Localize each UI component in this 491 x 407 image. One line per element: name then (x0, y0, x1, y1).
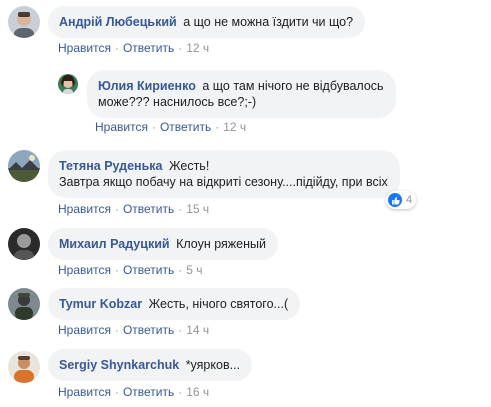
like-icon (388, 193, 402, 207)
reply-link[interactable]: Ответить (123, 202, 174, 216)
author-name[interactable]: Sergiy Shynkarchuk (59, 358, 179, 372)
timestamp[interactable]: 12 ч (223, 120, 246, 134)
reaction-count: 4 (406, 194, 413, 206)
comment-bubble: Sergiy Shynkarchuk *уярков... (48, 349, 253, 381)
comment-actions: Нравится · Ответить · 15 ч (58, 202, 209, 216)
separator: · (114, 263, 119, 277)
comment-text: Жесть! (168, 159, 210, 173)
separator: · (178, 263, 183, 277)
comment-text-line-2: може??? наснилось все?;-) (98, 95, 257, 109)
separator: · (178, 385, 183, 399)
author-name[interactable]: Михаил Радуцкий (59, 237, 170, 251)
avatar[interactable] (8, 150, 40, 182)
comment-bubble: Tymur Kobzar Жесть, нічого святого...( (48, 288, 301, 320)
comment-bubble: Юлия Кириенко а що там нічого не відбува… (87, 70, 396, 118)
comment-3: Тетяна Руденька Жесть! Завтра якщо побач… (8, 150, 483, 218)
separator: · (178, 202, 183, 216)
separator: · (114, 41, 119, 55)
comment-actions: Нравится · Ответить · 14 ч (58, 323, 209, 337)
comment-text-line-2: Завтра якщо побачу на відкриті сезону...… (59, 175, 388, 189)
comment-actions: Нравится · Ответить · 12 ч (58, 41, 209, 55)
reply-link[interactable]: Ответить (160, 120, 211, 134)
timestamp[interactable]: 12 ч (186, 41, 209, 55)
comment-feed: Андрій Любецький а що не можна їздити чи… (0, 0, 491, 407)
avatar[interactable] (8, 6, 40, 38)
timestamp[interactable]: 15 ч (186, 202, 209, 216)
author-name[interactable]: Tymur Kobzar (59, 297, 142, 311)
comment-text: Жесть, нічого святого...( (148, 297, 289, 311)
comment-text: Клоун ряженый (176, 237, 266, 251)
comment-text: а що там нічого не відбувалось (202, 79, 384, 93)
avatar[interactable] (8, 228, 40, 260)
comment-bubble: Тетяна Руденька Жесть! Завтра якщо побач… (48, 150, 400, 198)
like-link[interactable]: Нравится (58, 263, 111, 277)
comment-1: Андрій Любецький а що не можна їздити чи… (8, 6, 478, 60)
separator: · (151, 120, 156, 134)
comment-bubble: Михаил Радуцкий Клоун ряженый (48, 228, 278, 260)
reply-link[interactable]: Ответить (123, 323, 174, 337)
comment-4: Михаил Радуцкий Клоун ряженый Нравится · О… (8, 228, 478, 278)
comment-2-reply: Юлия Кириенко а що там нічого не відбува… (58, 70, 478, 136)
avatar[interactable] (58, 74, 78, 94)
comment-actions: Нравится · Ответить · 16 ч (58, 385, 209, 399)
author-name[interactable]: Юлия Кириенко (98, 79, 196, 93)
separator: · (178, 41, 183, 55)
separator: · (178, 323, 183, 337)
reaction-summary[interactable]: 4 (386, 191, 417, 209)
comment-line: Юлия Кириенко а що там нічого не відбува… (98, 78, 384, 94)
comment-bubble: Андрій Любецький а що не можна їздити чи… (48, 6, 366, 38)
like-link[interactable]: Нравится (58, 202, 111, 216)
comment-6: Sergiy Shynkarchuk *уярков... Нравится · О… (8, 349, 478, 405)
comment-text: *уярков... (185, 358, 241, 372)
timestamp[interactable]: 16 ч (186, 385, 209, 399)
comment-line: Тетяна Руденька Жесть! (59, 158, 388, 174)
separator: · (114, 385, 119, 399)
separator: · (114, 202, 119, 216)
separator: · (114, 323, 119, 337)
author-name[interactable]: Андрій Любецький (59, 15, 177, 29)
comment-text: а що не можна їздити чи що? (183, 15, 354, 29)
timestamp[interactable]: 14 ч (186, 323, 209, 337)
author-name[interactable]: Тетяна Руденька (59, 159, 163, 173)
reply-link[interactable]: Ответить (123, 41, 174, 55)
reply-link[interactable]: Ответить (123, 385, 174, 399)
like-link[interactable]: Нравится (58, 385, 111, 399)
like-link[interactable]: Нравится (58, 41, 111, 55)
timestamp[interactable]: 5 ч (186, 263, 202, 277)
comment-actions: Нравится · Ответить · 12 ч (95, 120, 246, 134)
like-link[interactable]: Нравится (95, 120, 148, 134)
avatar[interactable] (8, 351, 40, 383)
avatar[interactable] (8, 288, 40, 320)
like-link[interactable]: Нравится (58, 323, 111, 337)
comment-actions: Нравится · Ответить · 5 ч (58, 263, 203, 277)
reply-link[interactable]: Ответить (123, 263, 174, 277)
comment-5: Tymur Kobzar Жесть, нічого святого...( Н… (8, 288, 478, 338)
separator: · (215, 120, 220, 134)
